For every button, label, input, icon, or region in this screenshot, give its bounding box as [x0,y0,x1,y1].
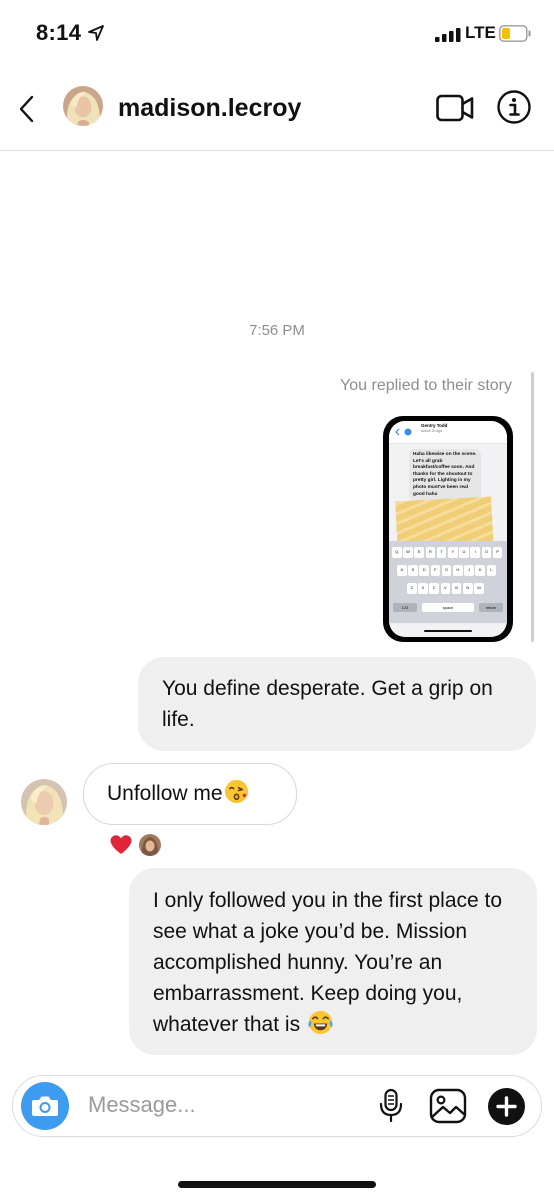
camera-button[interactable] [21,1082,69,1130]
story-key: C [429,583,439,594]
avatar[interactable] [63,86,103,126]
camera-icon [32,1096,58,1116]
network-label: LTE [465,23,496,42]
add-content-button[interactable] [488,1088,525,1125]
kissing-face-blowing-heart-icon [224,779,248,804]
story-key: H [453,565,463,576]
chat-username[interactable]: madison.lecroy [118,94,301,123]
profile-photo [139,834,161,856]
story-key: M [474,583,484,594]
story-key-return: return [479,603,503,612]
tears-of-joy-icon [308,1010,333,1035]
story-key: N [463,583,473,594]
sent-message-bubble[interactable]: You define desperate. Get a grip on life… [138,657,536,751]
video-call-icon[interactable] [436,94,474,122]
story-key: W [403,547,413,558]
story-reply-preview[interactable]: Gentry Todd Active 2h ago Haha likewise … [383,416,513,642]
home-indicator [178,1181,376,1188]
story-key: Y [448,547,458,558]
story-key: B [451,583,462,594]
story-back-icon [395,428,412,436]
story-key: T [436,547,447,558]
plus-icon [496,1096,517,1117]
story-key: F [430,565,441,576]
story-key: Z [407,583,417,594]
signal-icon [435,28,461,42]
story-key: L [486,565,497,576]
sender-avatar[interactable] [21,779,67,825]
story-key: E [414,547,424,558]
story-key-space: space [422,603,474,612]
status-time: 8:14 [36,20,82,45]
received-message-bubble[interactable]: Unfollow me [83,763,297,825]
location-arrow-icon [88,25,104,41]
story-key: K [475,565,485,576]
story-key: U [459,547,469,558]
story-key: V [440,583,451,594]
message-input[interactable] [88,1090,348,1120]
story-screenshot: Gentry Todd Active 2h ago Haha likewise … [389,421,507,637]
story-message: Haha likewise on the scene. Let's all gr… [409,449,481,502]
reaction-avatar [137,832,163,858]
gallery-icon[interactable] [429,1088,467,1124]
story-key: P [492,547,503,558]
message-text: Unfollow me [107,782,223,805]
message-text: You define desperate. Get a grip on life… [162,677,493,731]
profile-photo [21,779,67,825]
story-key-123: 123 [393,603,417,612]
story-home-indicator [424,630,472,632]
story-key: X [418,583,428,594]
back-arrow-icon[interactable] [16,94,40,124]
story-key: O [481,547,492,558]
scrollbar[interactable] [531,372,534,642]
story-key: S [408,565,418,576]
story-contact-name: Gentry Todd [421,423,448,428]
story-key: A [397,565,407,576]
story-key: I [470,547,480,558]
story-key: G [441,565,452,576]
info-icon[interactable] [497,90,531,124]
story-key: R [425,547,436,558]
story-screenshot-header: Gentry Todd Active 2h ago [389,421,507,444]
story-key: J [464,565,474,576]
story-contact-status: Active 2h ago [421,429,443,433]
story-reply-label: You replied to their story [340,377,512,394]
microphone-icon[interactable] [378,1088,404,1124]
story-key: D [419,565,429,576]
profile-photo [63,86,103,126]
sent-message-bubble[interactable]: I only followed you in the first place t… [129,868,537,1055]
heart-reaction-icon[interactable] [108,832,134,856]
story-keyboard: QWERTYUIOP ASDFGHJKL ZXCVBNM 123 space r… [389,541,507,623]
message-timestamp: 7:56 PM [249,322,305,339]
battery-icon [499,25,531,42]
story-key: Q [392,547,402,558]
